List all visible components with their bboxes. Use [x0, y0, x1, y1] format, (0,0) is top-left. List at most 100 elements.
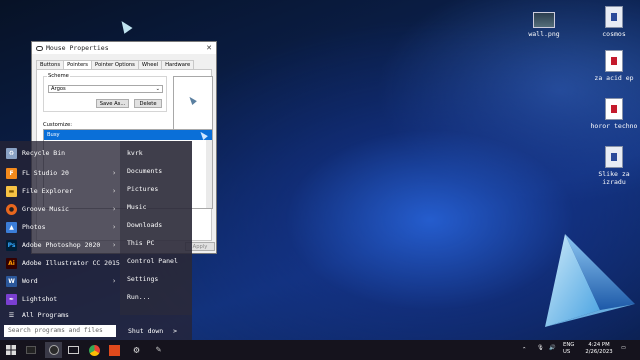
taskbar-app[interactable]: ⚙ [128, 342, 145, 358]
place-music[interactable]: Music [127, 203, 147, 211]
cursor-app-icon [48, 345, 59, 355]
place-run[interactable]: Run... [127, 293, 150, 301]
desktop-icon-label: cosmos [602, 30, 626, 38]
clock-time: 4:24 PM [588, 342, 610, 348]
taskbar-app[interactable] [106, 342, 123, 358]
groove-music-icon: ● [6, 203, 17, 215]
file-explorer-icon: ▬ [6, 185, 17, 197]
fl-studio-icon: F [6, 167, 17, 179]
dialog-tabs: Buttons Pointers Pointer Options Wheel H… [36, 60, 216, 69]
chevron-down-icon: ⌄ [155, 86, 160, 92]
tray-chevron-up-icon[interactable]: ⌃ [522, 347, 526, 360]
file-icon [605, 6, 623, 28]
photoshop-icon: Ps [6, 239, 17, 251]
desktop-icon-wall[interactable]: wall.png [514, 12, 574, 38]
recycle-bin-icon: ♻ [6, 147, 17, 159]
place-downloads[interactable]: Downloads [127, 221, 162, 229]
all-programs-icon: ☰ [8, 311, 15, 319]
tab-buttons[interactable]: Buttons [36, 60, 65, 69]
gear-icon: ⚙ [133, 344, 140, 356]
place-user[interactable]: kvrk [127, 149, 143, 157]
mouse-icon [36, 45, 43, 51]
start-item-illustrator[interactable]: Ai Adobe Illustrator CC 2015 [0, 255, 120, 271]
list-item-selected[interactable]: Busy [44, 130, 212, 140]
start-item-lightshot[interactable]: ✒ Lightshot [0, 291, 120, 307]
desktop-icon-label: horor techno [590, 122, 638, 130]
microphone-icon[interactable]: 🎙 [537, 345, 544, 360]
cursor-preview [173, 76, 213, 134]
place-control-panel[interactable]: Control Panel [127, 257, 178, 265]
tab-pointers[interactable]: Pointers [63, 60, 93, 69]
start-item-label: Groove Music [22, 205, 69, 213]
file-icon [605, 98, 623, 120]
taskbar-app[interactable] [65, 342, 82, 358]
taskbar-app[interactable] [22, 342, 39, 358]
lightshot-icon: ✒ [6, 293, 17, 305]
file-icon [605, 50, 623, 72]
language-indicator[interactable]: ENG US [563, 342, 574, 360]
place-documents[interactable]: Documents [127, 167, 162, 175]
cursor-preview-icon [187, 95, 197, 105]
start-item-label: Adobe Photoshop 2020 [22, 241, 101, 249]
place-this-pc[interactable]: This PC [127, 239, 154, 247]
start-menu-places: kvrk Documents Pictures Music Downloads … [120, 141, 192, 315]
start-item-all-programs[interactable]: ☰ All Programs [0, 307, 120, 323]
terminal-icon [25, 346, 36, 354]
start-item-file-explorer[interactable]: ▬ File Explorer › [0, 183, 120, 199]
chevron-right-icon: › [112, 223, 117, 231]
start-search-input[interactable]: Search programs and files [4, 325, 116, 337]
delete-button[interactable]: Delete [134, 99, 162, 108]
chevron-right-icon: › [112, 169, 117, 177]
start-item-word[interactable]: W Word › [0, 273, 120, 289]
taskbar-app[interactable]: ✎ [150, 342, 167, 358]
busy-cursor-icon [198, 130, 208, 140]
chevron-right-icon: › [112, 205, 117, 213]
notifications-icon[interactable]: ▭ [621, 345, 626, 360]
place-pictures[interactable]: Pictures [127, 185, 158, 193]
prism-wallpaper-shape [545, 234, 635, 327]
chevron-right-icon: > [173, 327, 178, 335]
start-item-label: All Programs [22, 311, 69, 319]
desktop-icon-label: Slike za izradu [598, 170, 630, 186]
save-as-button[interactable]: Save As... [96, 99, 129, 108]
chevron-right-icon: › [112, 241, 117, 249]
clock-date: 2/26/2023 [585, 349, 613, 355]
desktop-icon-horor-techno[interactable]: horor techno [584, 98, 640, 130]
start-menu: ♻ Recycle Bin F FL Studio 20 › ▬ File Ex… [0, 141, 192, 340]
start-item-groove-music[interactable]: ● Groove Music › [0, 201, 120, 217]
close-icon[interactable]: ✕ [202, 44, 216, 52]
desktop-icon-cosmos[interactable]: cosmos [584, 6, 640, 38]
start-item-photos[interactable]: ▲ Photos › [0, 219, 120, 235]
volume-icon[interactable]: 🔊 [549, 345, 556, 360]
start-item-label: File Explorer [22, 187, 73, 195]
feather-icon: ✎ [155, 345, 162, 355]
tab-hardware[interactable]: Hardware [161, 60, 195, 69]
taskbar-app[interactable] [86, 342, 103, 358]
list-scrollbar[interactable] [206, 140, 212, 208]
tab-pointer-options[interactable]: Pointer Options [91, 60, 139, 69]
desktop-icon-slike-za-izradu[interactable]: Slike za izradu [584, 146, 640, 186]
start-item-label: Word [22, 277, 38, 285]
start-button[interactable] [2, 342, 19, 358]
scheme-label: Scheme [47, 73, 70, 79]
scheme-select[interactable]: Argos ⌄ [48, 85, 163, 93]
place-settings[interactable]: Settings [127, 275, 158, 283]
start-item-recycle-bin[interactable]: ♻ Recycle Bin [0, 145, 120, 161]
start-item-photoshop[interactable]: Ps Adobe Photoshop 2020 › [0, 237, 120, 253]
tab-wheel[interactable]: Wheel [137, 60, 163, 69]
start-item-label: Recycle Bin [22, 149, 66, 157]
clock[interactable]: 4:24 PM 2/26/2023 [582, 342, 616, 360]
dialog-titlebar[interactable]: Mouse Properties ✕ [32, 42, 216, 54]
start-item-fl-studio[interactable]: F FL Studio 20 › [0, 165, 120, 181]
taskbar-app-active[interactable] [45, 342, 62, 358]
chevron-right-icon: › [112, 277, 117, 285]
word-icon: W [6, 275, 17, 287]
windows-logo-icon [5, 345, 16, 355]
desktop-cursor-shape [117, 18, 133, 34]
shutdown-button[interactable]: Shut down > [128, 327, 177, 335]
desktop-icon-za-acid-ep[interactable]: za acid ep [584, 50, 640, 82]
scheme-group: Scheme Argos ⌄ Save As... Delete [43, 73, 167, 112]
dialog-title: Mouse Properties [46, 44, 109, 52]
start-item-label: Photos [22, 223, 46, 231]
desktop-icon-label: wall.png [528, 30, 560, 38]
